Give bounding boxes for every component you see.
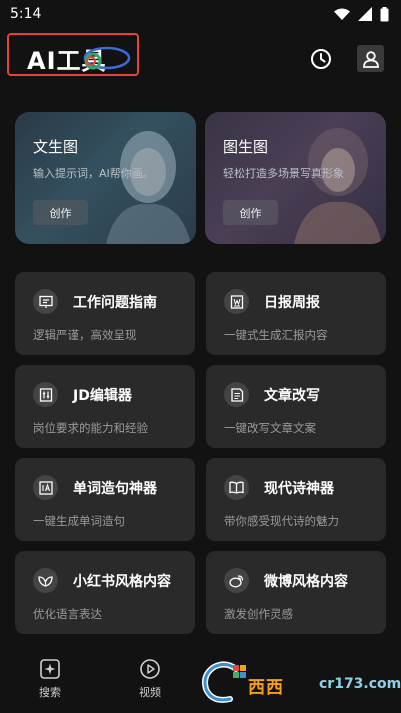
tool-title: 日报周报 [264,295,320,311]
tool-card-article-rewrite[interactable]: 文章改写 一键改写文章文案 [206,365,386,448]
nav-label: 搜索 [39,686,61,699]
feature-subtitle: 输入提示词，AI帮你画。 [33,167,154,180]
tool-card-weibo[interactable]: 微博风格内容 激发创作灵感 [206,551,386,634]
wifi-icon [334,8,350,20]
tool-title: 文章改写 [264,388,320,404]
history-button[interactable] [306,44,336,74]
feature-title: 图生图 [223,138,269,156]
app-title-box: AI工具 [7,33,139,76]
user-icon [362,50,379,68]
image-to-image-card[interactable]: 图生图 轻松打造多场景写真形象 创作 [205,112,386,244]
watermark: 西西 cr173.com [198,659,401,709]
tool-title: JD编辑器 [73,388,132,404]
tool-subtitle: 一键改写文章文案 [224,421,316,435]
tool-title: 现代诗神器 [264,481,334,497]
tool-card-work-guide[interactable]: 工作问题指南 逻辑严谨，高效呈现 [15,272,195,355]
status-bar: 5:14 [0,0,401,28]
tool-card-modern-poetry[interactable]: 现代诗神器 带你感受现代诗的魅力 [206,458,386,541]
watermark-logo-icon [202,661,246,703]
tool-title: 工作问题指南 [73,295,157,311]
logo-swoosh-icon [83,46,131,70]
book-icon [224,475,249,500]
tool-subtitle: 岗位要求的能力和经验 [33,421,148,435]
report-icon [224,289,249,314]
jd-editor-icon [33,382,58,407]
app-header: AI工具 [0,30,401,80]
play-icon [140,659,160,679]
tool-subtitle: 带你感受现代诗的魅力 [224,514,339,528]
tool-card-daily-report[interactable]: 日报周报 一键式生成汇报内容 [206,272,386,355]
nav-item-search[interactable]: 搜索 [20,658,80,706]
profile-button[interactable] [357,45,384,72]
tool-subtitle: 激发创作灵感 [224,607,293,621]
nav-label: 视频 [139,686,161,699]
nav-item-video[interactable]: 视频 [120,658,180,706]
tool-title: 小红书风格内容 [73,574,171,590]
text-to-image-card[interactable]: 文生图 输入提示词，AI帮你画。 创作 [15,112,196,244]
signal-icon [358,7,372,21]
create-button[interactable]: 创作 [223,200,278,225]
status-time: 5:14 [10,6,42,22]
tool-subtitle: 一键式生成汇报内容 [224,328,328,342]
leaf-icon [33,568,58,593]
presentation-icon [33,289,58,314]
watermark-text: 西西 [248,678,284,698]
weibo-icon [224,568,249,593]
tool-subtitle: 一键生成单词造句 [33,514,125,528]
clock-icon [311,49,331,69]
tool-title: 单词造句神器 [73,481,157,497]
article-icon [224,382,249,407]
create-button[interactable]: 创作 [33,200,88,225]
tool-card-xiaohongshu[interactable]: 小红书风格内容 优化语言表达 [15,551,195,634]
feature-title: 文生图 [33,138,79,156]
tool-title: 微博风格内容 [264,574,348,590]
tool-card-word-sentence[interactable]: 单词造句神器 一键生成单词造句 [15,458,195,541]
status-icons [334,6,389,22]
feature-subtitle: 轻松打造多场景写真形象 [223,167,344,180]
word-icon [33,475,58,500]
watermark-site: cr173.com [319,676,401,692]
tool-subtitle: 优化语言表达 [33,607,102,621]
tool-card-jd-editor[interactable]: JD编辑器 岗位要求的能力和经验 [15,365,195,448]
battery-icon [380,6,389,21]
sparkle-icon [40,659,60,679]
tool-subtitle: 逻辑严谨，高效呈现 [33,328,137,342]
